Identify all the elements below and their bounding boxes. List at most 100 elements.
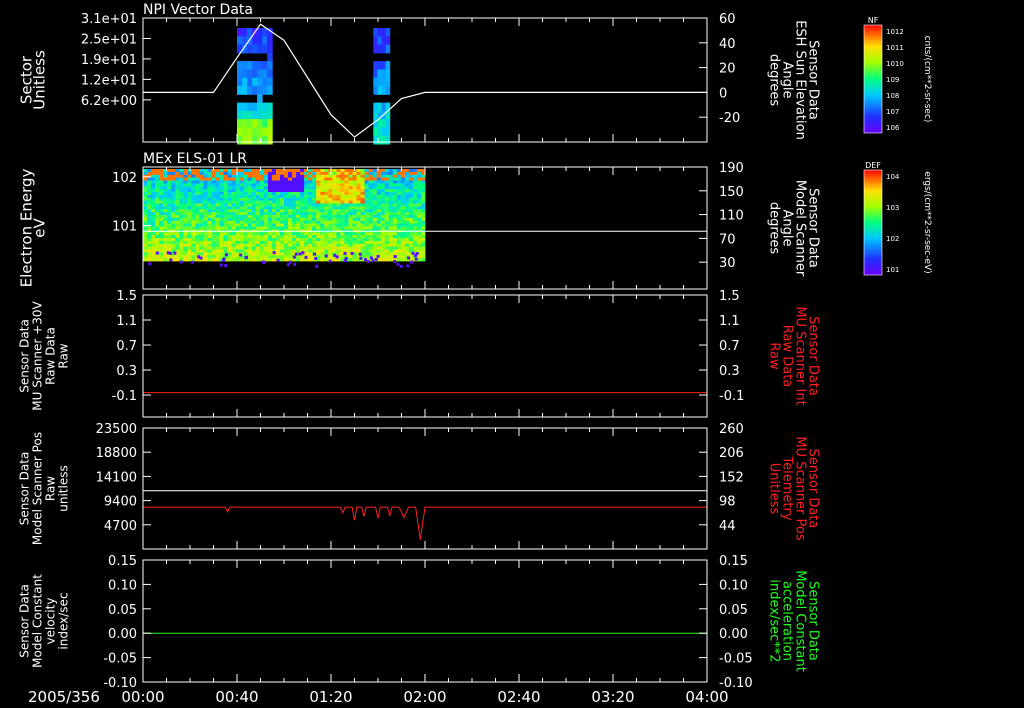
y-tick-label-left: 0.7 xyxy=(116,339,137,354)
spectrogram-cell xyxy=(352,217,357,222)
spectrogram-cell xyxy=(340,180,345,184)
spectrogram-cell xyxy=(247,183,253,187)
spectrogram-cell xyxy=(227,240,232,245)
spectrogram-cell xyxy=(368,252,373,256)
spectrogram-cell xyxy=(324,223,329,227)
spectrogram-cell xyxy=(408,200,414,204)
spectrogram-cell xyxy=(207,215,212,219)
spectrogram-cell xyxy=(243,223,249,227)
spectrogram-cell xyxy=(151,238,156,242)
y-tick-label-right: 40 xyxy=(719,37,736,52)
spectrogram-cell xyxy=(183,177,188,181)
y-tick-label-right: 44 xyxy=(719,519,736,534)
spectrogram-cell xyxy=(356,203,361,207)
y-tick-label-left: 1.5 xyxy=(116,289,137,304)
spectrogram-cell xyxy=(336,240,341,245)
spectrogram-cell xyxy=(404,217,410,222)
spectrogram-cell xyxy=(404,177,410,181)
spectrogram-speck xyxy=(276,258,280,262)
sector-cell xyxy=(262,127,268,137)
spectrogram-cell xyxy=(356,183,361,187)
spectrogram-cell xyxy=(147,226,152,230)
spectrogram-cell xyxy=(191,177,196,181)
spectrogram-cell xyxy=(243,206,249,210)
spectrogram-cell xyxy=(356,192,361,196)
spectrogram-cell xyxy=(207,183,212,187)
spectrogram-cell xyxy=(267,177,273,181)
spectrogram-cell xyxy=(223,215,228,219)
spectrogram-cell xyxy=(175,212,180,216)
spectrogram-cell xyxy=(187,235,192,239)
spectrogram-cell xyxy=(235,258,241,262)
scanner-pos-telemetry-line xyxy=(143,506,707,540)
spectrogram-cell xyxy=(288,249,293,253)
spectrogram-cell xyxy=(416,189,422,193)
spectrogram-cell xyxy=(408,183,414,187)
spectrogram-cell xyxy=(275,226,281,230)
y-axis-title-left: Sensor Data xyxy=(18,452,32,526)
spectrogram-cell xyxy=(408,240,414,245)
spectrogram-cell xyxy=(187,240,192,245)
spectrogram-cell xyxy=(239,200,245,204)
spectrogram-cell xyxy=(388,212,394,216)
spectrogram-cell xyxy=(408,177,414,181)
spectrogram-cell xyxy=(316,223,321,227)
spectrogram-cell xyxy=(320,189,325,193)
spectrogram-cell xyxy=(348,203,353,207)
sector-cell xyxy=(242,135,248,145)
spectrogram-cell xyxy=(215,217,220,222)
colorbar-tick-label: 109 xyxy=(886,76,899,84)
spectrogram-cell xyxy=(187,206,192,210)
spectrogram-cell xyxy=(332,194,337,199)
x-tick-label: 04:00 xyxy=(685,688,728,706)
spectrogram-cell xyxy=(312,215,317,219)
spectrogram-cell xyxy=(421,246,426,250)
spectrogram-cell xyxy=(292,189,297,193)
spectrogram-cell xyxy=(175,171,180,176)
spectrogram-cell xyxy=(376,183,382,187)
spectrogram-cell xyxy=(163,226,168,230)
spectrogram-cell xyxy=(255,249,261,253)
spectrogram-cell xyxy=(336,238,341,242)
spectrogram-cell xyxy=(328,203,333,207)
spectrogram-cell xyxy=(167,200,172,204)
y-tick-label-right: 20 xyxy=(719,62,736,77)
spectrogram-speck xyxy=(294,252,298,256)
spectrogram-cell xyxy=(179,212,184,216)
spectrogram-cell xyxy=(151,226,156,230)
spectrogram-cell xyxy=(271,183,277,187)
spectrogram-cell xyxy=(376,169,382,173)
spectrogram-cell xyxy=(219,240,224,245)
spectrogram-cell xyxy=(147,217,152,222)
spectrogram-cell xyxy=(159,249,164,253)
spectrogram-cell xyxy=(183,249,188,253)
spectrogram-cell xyxy=(412,171,418,176)
spectrogram-cell xyxy=(203,215,208,219)
spectrogram-cell xyxy=(304,252,309,256)
y-axis-title-left: Raw xyxy=(44,476,58,501)
spectrogram-cell xyxy=(292,180,297,184)
spectrogram-cell xyxy=(364,206,369,210)
spectrogram-cell xyxy=(312,183,317,187)
spectrogram-cell xyxy=(171,183,176,187)
spectrogram-cell xyxy=(320,206,325,210)
spectrogram-cell xyxy=(421,194,426,199)
spectrogram-cell xyxy=(275,169,281,173)
spectrogram-speck xyxy=(168,251,172,255)
spectrogram-cell xyxy=(159,252,164,256)
spectrogram-cell xyxy=(247,258,253,262)
spectrogram-cell xyxy=(183,238,188,242)
y-tick-label-left: 102 xyxy=(112,171,137,186)
spectrogram-cell xyxy=(360,200,365,204)
spectrogram-cell xyxy=(275,194,281,199)
spectrogram-cell xyxy=(360,177,365,181)
spectrogram-cell xyxy=(408,246,414,250)
spectrogram-cell xyxy=(259,212,265,216)
spectrogram-cell xyxy=(227,223,232,227)
spectrogram-cell xyxy=(368,194,373,199)
spectrogram-cell xyxy=(223,203,228,207)
spectrogram-cell xyxy=(167,246,172,250)
spectrogram-cell xyxy=(296,238,301,242)
spectrogram-cell xyxy=(239,177,245,181)
spectrogram-cell xyxy=(151,206,156,210)
